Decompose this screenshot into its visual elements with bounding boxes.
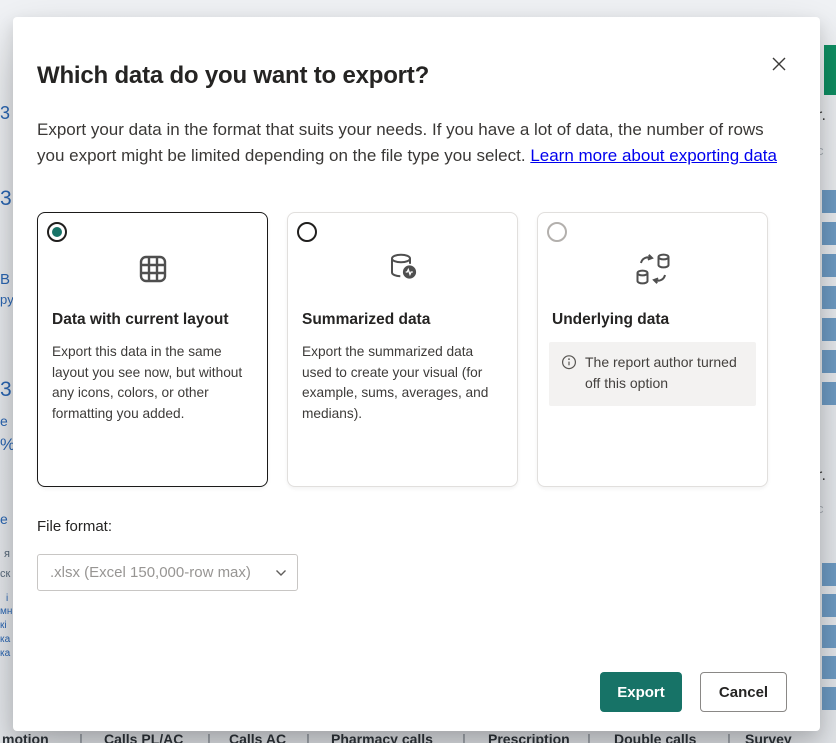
background-text-fragment: i [6, 594, 8, 604]
option-title: Underlying data [552, 311, 753, 329]
radio-data-with-current-layout[interactable] [47, 222, 67, 242]
disabled-info-box: The report author turned off this option [549, 342, 756, 406]
dialog-title: Which data do you want to export? [37, 17, 796, 90]
background-text-fragment: e [0, 414, 8, 428]
table-header-fragment: | [207, 732, 211, 743]
cancel-button[interactable]: Cancel [700, 672, 787, 712]
background-text-left: 3 3 Bpy 3 e% e я ск i мн кі ка ка [0, 0, 14, 743]
table-header-fragment: | [587, 732, 591, 743]
background-text-fragment: e [0, 512, 8, 526]
database-sync-icon [538, 247, 767, 291]
chevron-down-icon [275, 569, 287, 577]
option-title: Data with current layout [52, 311, 253, 329]
export-option-cards: Data with current layout Export this dat… [37, 212, 796, 487]
dialog-description: Export your data in the format that suit… [37, 117, 782, 168]
background-text-fragment: мн [0, 607, 12, 617]
background-text-fragment: 3 [0, 379, 12, 400]
background-text-fragment: py [0, 293, 14, 306]
option-card-data-with-current-layout[interactable]: Data with current layout Export this dat… [37, 212, 268, 487]
info-icon [561, 354, 577, 370]
table-header-fragment: | [79, 732, 83, 743]
close-icon [769, 54, 789, 74]
table-header-fragment: Double calls [614, 732, 696, 743]
table-header-fragment: | [306, 732, 310, 743]
table-header-fragment: Pharmacy calls [331, 732, 433, 743]
background-text-fragment: % [0, 436, 14, 453]
background-table-headers: motion | Calls PL/AC | Calls AC | Pharmacy cal… [0, 731, 836, 743]
background-text-fragment: ка [0, 649, 10, 659]
learn-more-link[interactable]: Learn more about exporting data [530, 146, 777, 165]
radio-summarized-data[interactable] [297, 222, 317, 242]
table-header-fragment: | [462, 732, 466, 743]
close-button[interactable] [767, 52, 791, 76]
export-button[interactable]: Export [600, 672, 682, 712]
option-card-summarized-data[interactable]: Summarized data Export the summarized da… [287, 212, 518, 487]
table-header-fragment: Calls PL/AC [104, 732, 183, 743]
radio-underlying-data [547, 222, 567, 242]
option-description: Export the summarized data used to creat… [302, 342, 503, 424]
table-header-fragment: motion [2, 732, 49, 743]
radio-selected-dot [52, 227, 62, 237]
option-description: Export this data in the same layout you … [52, 342, 253, 424]
table-layout-icon [38, 247, 267, 291]
background-text-fragment: кі [0, 621, 7, 631]
export-data-dialog: Which data do you want to export? Export… [13, 17, 820, 731]
background-text-fragment: B [0, 272, 10, 287]
table-header-fragment: Calls AC [229, 732, 286, 743]
database-pulse-icon [288, 247, 517, 291]
info-message: The report author turned off this option [585, 352, 748, 394]
option-card-underlying-data: Underlying data The report author turned… [537, 212, 768, 487]
dialog-actions: Export Cancel [600, 672, 787, 712]
option-title: Summarized data [302, 311, 503, 329]
background-text-fragment: ка [0, 635, 10, 645]
file-format-label: File format: [37, 518, 796, 535]
background-text-fragment: 3 [0, 104, 10, 122]
file-format-value: .xlsx (Excel 150,000-row max) [50, 564, 251, 581]
table-header-fragment: Survey [745, 732, 792, 743]
background-text-fragment: я [4, 549, 10, 560]
table-header-fragment: Prescription [488, 732, 570, 743]
file-format-dropdown[interactable]: .xlsx (Excel 150,000-row max) [37, 554, 298, 591]
background-text-fragment: 3 [0, 188, 12, 209]
background-text-fragment: ск [0, 569, 10, 580]
table-header-fragment: | [727, 732, 731, 743]
